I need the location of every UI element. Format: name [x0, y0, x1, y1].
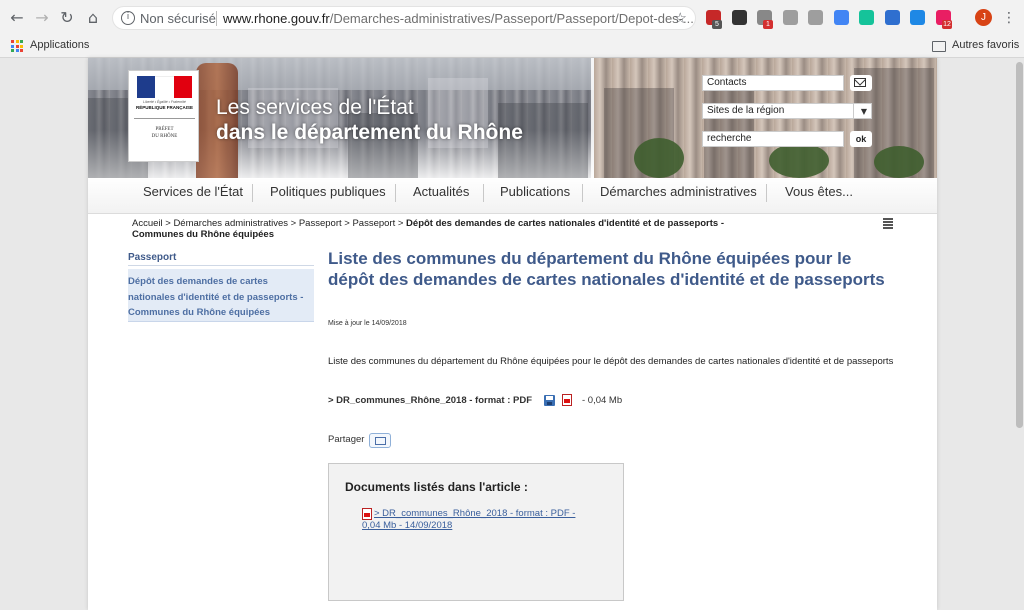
back-icon[interactable]: ← [8, 9, 26, 27]
pdf-icon[interactable] [562, 394, 572, 406]
translate-icon[interactable] [834, 10, 849, 25]
site-title-line1: Les services de l'État [216, 96, 414, 119]
breadcrumb: Accueil > Démarches administratives > Pa… [132, 218, 742, 240]
web-page: Liberté • Égalité • Fraternité RÉPUBLIQU… [88, 58, 937, 610]
article-paragraph: Liste des communes du département du Rhô… [328, 356, 894, 367]
compass-icon[interactable] [885, 10, 900, 25]
search-ok-button[interactable]: ok [850, 131, 872, 147]
article-updated-date: Mise à jour le 14/09/2018 [328, 320, 407, 327]
home-icon[interactable]: ⌂ [84, 9, 102, 27]
more-menu-icon[interactable]: ⋮ [1000, 9, 1018, 27]
pen-icon[interactable] [910, 10, 925, 25]
contacts-link[interactable]: Contacts [702, 75, 844, 91]
browser-toolbar: ← → ↻ ⌂ i Non sécurisé www.rhone.gouv.fr… [0, 0, 1024, 36]
search-input[interactable]: recherche [702, 131, 844, 147]
header-banner: Liberté • Égalité • Fraternité RÉPUBLIQU… [88, 58, 937, 178]
documents-box: Documents listés dans l'article : > DR_c… [328, 463, 624, 601]
pocket-icon[interactable] [732, 10, 747, 25]
menu-item-vous-etes[interactable]: Vous êtes... [785, 184, 853, 199]
print-icon[interactable] [883, 218, 893, 230]
sidebar-item-label: Dépôt des demandes de cartes nationales … [128, 276, 304, 318]
cloud-icon[interactable] [808, 10, 823, 25]
adblock-badge: 5 [712, 20, 722, 29]
document-icon[interactable] [783, 10, 798, 25]
scrollbar-thumb[interactable] [1016, 62, 1023, 428]
page-background-right [937, 58, 1024, 610]
download-link[interactable]: > DR_communes_Rhône_2018 - format : PDF [328, 395, 532, 406]
sidebar-title[interactable]: Passeport [128, 252, 176, 263]
documents-box-title: Documents listés dans l'article : [345, 480, 528, 494]
grammarly-icon[interactable] [859, 10, 874, 25]
site-title-line2: dans le département du Rhône [216, 121, 523, 144]
apps-grid-icon[interactable] [11, 40, 23, 52]
dropdown-arrow-icon: ▼ [860, 107, 867, 116]
sidebar-divider [128, 265, 314, 266]
document-link[interactable]: > DR_communes_Rhône_2018 - format : PDF … [362, 508, 592, 532]
share-label: Partager [328, 434, 365, 445]
page-background-left [0, 58, 88, 610]
address-separator [216, 11, 217, 26]
forward-icon[interactable]: → [33, 9, 51, 27]
menu-item-actualites[interactable]: Actualités [413, 184, 469, 199]
bookmark-star-icon[interactable]: ☆ [674, 9, 687, 27]
download-size: - 0,04 Mb [582, 395, 623, 406]
folder-icon[interactable] [932, 41, 946, 52]
republique-francaise-logo[interactable]: Liberté • Égalité • Fraternité RÉPUBLIQU… [128, 70, 199, 162]
share-email-button[interactable] [369, 433, 391, 448]
menu-item-politiques[interactable]: Politiques publiques [270, 184, 386, 199]
marianne-flag-icon [137, 76, 192, 98]
breadcrumb-path[interactable]: Accueil > Démarches administratives > Pa… [132, 218, 406, 229]
translator-badge: 12 [942, 20, 952, 29]
info-icon[interactable]: i [121, 11, 135, 25]
envelope-icon [375, 437, 386, 445]
menu-item-services[interactable]: Services de l'État [143, 184, 243, 199]
reload-icon[interactable]: ↻ [58, 9, 76, 27]
article-title: Liste des communes du département du Rhô… [328, 249, 885, 289]
tools-badge: 1 [763, 20, 773, 29]
address-url[interactable]: www.rhone.gouv.fr/Demarches-administrati… [223, 11, 694, 26]
bookmark-other-favorites[interactable]: Autres favoris [952, 39, 1019, 51]
menu-item-demarches[interactable]: Démarches administratives [600, 184, 757, 199]
bookmark-applications[interactable]: Applications [30, 39, 89, 51]
security-label[interactable]: Non sécurisé [140, 11, 216, 26]
menu-item-publications[interactable]: Publications [500, 184, 570, 199]
bookmarks-bar: Applications Autres favoris [0, 36, 1024, 58]
mail-icon [854, 78, 866, 87]
address-bar[interactable]: i Non sécurisé www.rhone.gouv.fr/Demarch… [112, 6, 696, 30]
sites-region-select[interactable]: Sites de la région ▼ [702, 103, 872, 119]
save-icon[interactable] [544, 395, 555, 406]
sidebar-item-depot[interactable]: Dépôt des demandes de cartes nationales … [128, 269, 314, 322]
main-menu: Services de l'État Politiques publiques … [88, 178, 937, 214]
profile-avatar[interactable]: J [975, 9, 992, 26]
contacts-mail-button[interactable] [850, 75, 872, 91]
